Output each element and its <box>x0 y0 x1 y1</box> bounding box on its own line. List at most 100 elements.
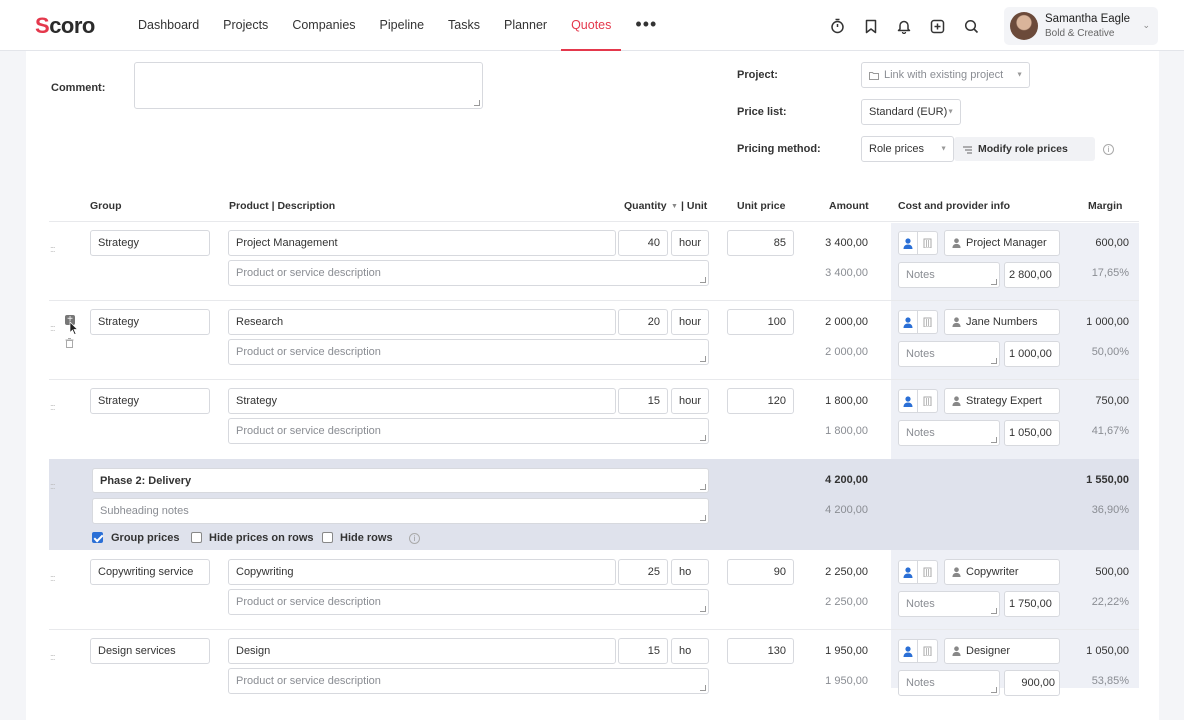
cost-input[interactable]: 1 050,00 <box>1004 420 1060 446</box>
description-input[interactable]: Product or service description <box>228 418 709 444</box>
resize-handle-icon[interactable] <box>991 687 997 693</box>
nav-planner[interactable]: Planner <box>494 0 557 51</box>
user-menu[interactable]: Samantha Eagle Bold & Creative ⌄ <box>1004 7 1158 45</box>
sort-caret-icon[interactable]: ▼ <box>671 203 678 210</box>
subheading-notes-input[interactable]: Subheading notes <box>92 498 709 524</box>
unit-price-input[interactable]: 130 <box>727 638 794 664</box>
resize-handle-icon[interactable] <box>700 356 706 362</box>
building-icon[interactable] <box>918 231 938 255</box>
bell-icon[interactable] <box>893 15 915 37</box>
drag-handle-icon[interactable]: ::: <box>50 244 55 254</box>
unit-price-input[interactable]: 90 <box>727 559 794 585</box>
cost-input[interactable]: 1 000,00 <box>1004 341 1060 367</box>
provider-select[interactable]: Designer <box>944 638 1060 664</box>
unit-price-input[interactable]: 120 <box>727 388 794 414</box>
unit-price-input[interactable]: 85 <box>727 230 794 256</box>
group-input[interactable]: Design services <box>90 638 210 664</box>
product-input[interactable]: Project Management <box>228 230 616 256</box>
timer-icon[interactable] <box>826 15 848 37</box>
notes-input[interactable]: Notes <box>898 341 1000 367</box>
resize-handle-icon[interactable] <box>700 435 706 441</box>
quantity-input[interactable]: 15 <box>618 388 668 414</box>
unit-input[interactable]: hour <box>671 309 709 335</box>
nav-dashboard[interactable]: Dashboard <box>128 0 209 51</box>
product-input[interactable]: Copywriting <box>228 559 616 585</box>
nav-tasks[interactable]: Tasks <box>438 0 490 51</box>
drag-handle-icon[interactable]: ::: <box>50 481 55 491</box>
provider-select[interactable]: Jane Numbers <box>944 309 1060 335</box>
person-icon[interactable] <box>898 560 918 584</box>
cost-input[interactable]: 900,00 <box>1004 670 1060 696</box>
project-select[interactable]: Link with existing project ▼ <box>861 62 1030 88</box>
building-icon[interactable] <box>918 310 938 334</box>
info-icon[interactable]: i <box>409 533 420 544</box>
group-input[interactable]: Strategy <box>90 309 210 335</box>
product-input[interactable]: Research <box>228 309 616 335</box>
notes-input[interactable]: Notes <box>898 262 1000 288</box>
group-input[interactable]: Strategy <box>90 388 210 414</box>
unit-input[interactable]: ho <box>671 559 709 585</box>
group-prices-checkbox[interactable] <box>92 532 103 543</box>
building-icon[interactable] <box>918 639 938 663</box>
drag-handle-icon[interactable]: ::: <box>50 323 55 333</box>
drag-handle-icon[interactable]: ::: <box>50 402 55 412</box>
scoro-logo[interactable]: Scoro <box>35 13 95 39</box>
resize-handle-icon[interactable] <box>474 100 480 106</box>
modify-role-prices-button[interactable]: Modify role prices <box>954 137 1095 161</box>
pricing-method-select[interactable]: Role prices ▼ <box>861 136 954 162</box>
quantity-input[interactable]: 20 <box>618 309 668 335</box>
person-icon[interactable] <box>898 639 918 663</box>
resize-handle-icon[interactable] <box>700 685 706 691</box>
cost-input[interactable]: 2 800,00 <box>1004 262 1060 288</box>
unit-price-input[interactable]: 100 <box>727 309 794 335</box>
hide-rows-checkbox[interactable] <box>322 532 333 543</box>
description-input[interactable]: Product or service description <box>228 260 709 286</box>
description-input[interactable]: Product or service description <box>228 668 709 694</box>
notes-input[interactable]: Notes <box>898 591 1000 617</box>
phase-title-input[interactable]: Phase 2: Delivery <box>92 468 709 493</box>
nav-companies[interactable]: Companies <box>282 0 365 51</box>
price-list-select[interactable]: Standard (EUR) ▼ <box>861 99 961 125</box>
search-icon[interactable] <box>960 15 982 37</box>
description-input[interactable]: Product or service description <box>228 589 709 615</box>
comment-textarea[interactable] <box>134 62 483 109</box>
notes-input[interactable]: Notes <box>898 420 1000 446</box>
description-input[interactable]: Product or service description <box>228 339 709 365</box>
group-input[interactable]: Copywriting service <box>90 559 210 585</box>
col-quantity[interactable]: Quantity <box>624 200 667 212</box>
hide-prices-checkbox[interactable] <box>191 532 202 543</box>
add-icon[interactable] <box>927 15 949 37</box>
drag-handle-icon[interactable]: ::: <box>50 652 55 662</box>
quantity-input[interactable]: 25 <box>618 559 668 585</box>
resize-handle-icon[interactable] <box>991 279 997 285</box>
resize-handle-icon[interactable] <box>700 484 706 490</box>
building-icon[interactable] <box>918 389 938 413</box>
info-icon[interactable]: i <box>1103 144 1114 155</box>
person-icon[interactable] <box>898 310 918 334</box>
group-input[interactable]: Strategy <box>90 230 210 256</box>
resize-handle-icon[interactable] <box>991 608 997 614</box>
cost-input[interactable]: 1 750,00 <box>1004 591 1060 617</box>
unit-input[interactable]: hour <box>671 388 709 414</box>
person-icon[interactable] <box>898 389 918 413</box>
product-input[interactable]: Design <box>228 638 616 664</box>
nav-pipeline[interactable]: Pipeline <box>370 0 434 51</box>
quantity-input[interactable]: 40 <box>618 230 668 256</box>
more-menu-icon[interactable]: ••• <box>625 0 667 51</box>
notes-input[interactable]: Notes <box>898 670 1000 696</box>
resize-handle-icon[interactable] <box>700 515 706 521</box>
quantity-input[interactable]: 15 <box>618 638 668 664</box>
bookmark-icon[interactable] <box>860 15 882 37</box>
trash-icon[interactable] <box>65 338 74 351</box>
drag-handle-icon[interactable]: ::: <box>50 573 55 583</box>
resize-handle-icon[interactable] <box>700 606 706 612</box>
resize-handle-icon[interactable] <box>991 358 997 364</box>
provider-select[interactable]: Copywriter <box>944 559 1060 585</box>
provider-select[interactable]: Strategy Expert <box>944 388 1060 414</box>
unit-input[interactable]: hour <box>671 230 709 256</box>
nav-quotes[interactable]: Quotes <box>561 0 622 51</box>
building-icon[interactable] <box>918 560 938 584</box>
provider-select[interactable]: Project Manager <box>944 230 1060 256</box>
nav-projects[interactable]: Projects <box>213 0 278 51</box>
resize-handle-icon[interactable] <box>991 437 997 443</box>
